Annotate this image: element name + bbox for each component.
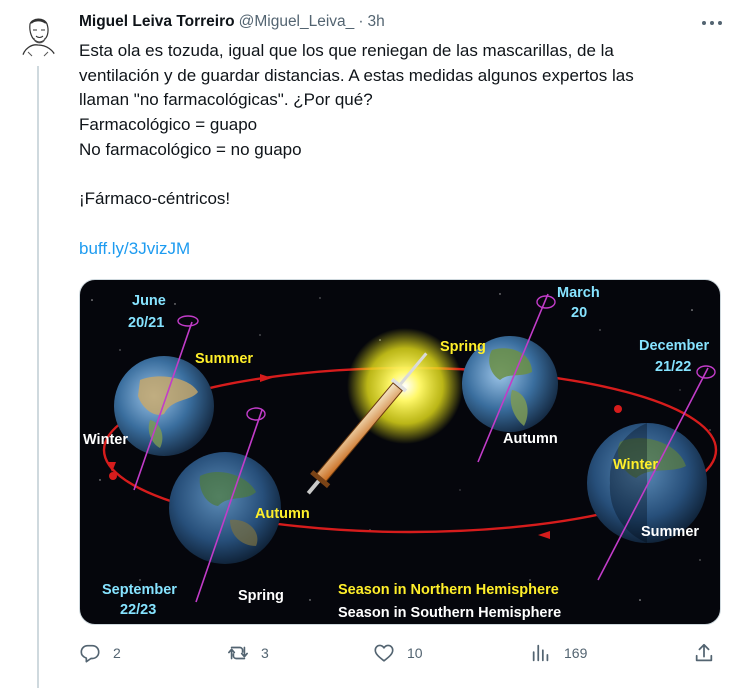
label-spring-south: Spring (238, 588, 284, 604)
label-june-day: 20/21 (128, 315, 164, 331)
tweet-line (79, 212, 719, 237)
avatar[interactable] (14, 12, 62, 60)
seasons-diagram: June 20/21 March 20 December 21/22 Septe… (83, 285, 718, 621)
tweet-line: llaman "no farmacológicas". ¿Por qué? (79, 90, 373, 110)
label-december-month: December (639, 338, 709, 354)
earth-june (114, 356, 214, 456)
view-count: 169 (564, 645, 588, 661)
label-december-day: 21/22 (655, 359, 691, 375)
like-button[interactable]: 10 (373, 642, 423, 664)
label-autumn-north: Autumn (255, 506, 310, 522)
label-summer-south: Summer (641, 524, 699, 540)
label-june-month: June (132, 293, 166, 309)
views-button[interactable]: 169 (530, 642, 587, 664)
legend-north: Season in Northern Hemisphere (338, 582, 559, 598)
tweet-line: Esta ola es tozuda, igual que los que re… (79, 41, 614, 60)
label-march-month: March (557, 285, 600, 301)
label-autumn-south: Autumn (503, 431, 558, 447)
tweet-line: ventilación y de guardar distancias. A e… (79, 65, 634, 85)
share-button[interactable] (693, 642, 715, 664)
thread-line (37, 66, 39, 688)
label-march-day: 20 (571, 305, 587, 321)
tweet-line (79, 163, 719, 188)
label-september-month: September (102, 582, 177, 598)
label-september-day: 22/23 (120, 602, 156, 618)
tweet-link[interactable]: buff.ly/3JvizJM (79, 237, 719, 262)
heart-icon (374, 644, 394, 662)
tweet-text: Esta ola es tozuda, igual que los que re… (79, 39, 719, 261)
label-spring-north: Spring (440, 339, 486, 355)
label-winter-south: Winter (83, 432, 128, 448)
tweet-actions: 2 3 10 169 (79, 642, 724, 668)
retweet-button[interactable]: 3 (227, 642, 269, 664)
reply-icon (80, 644, 100, 663)
tweet-time[interactable]: 3h (367, 13, 384, 31)
separator-dot: · (358, 13, 364, 30)
label-winter-north: Winter (613, 457, 658, 473)
reply-count: 2 (113, 645, 121, 661)
label-summer-north: Summer (195, 351, 253, 367)
share-icon (695, 643, 713, 662)
author-name[interactable]: Miguel Leiva Torreiro (79, 13, 235, 31)
tweet-image[interactable]: June 20/21 March 20 December 21/22 Septe… (79, 279, 721, 625)
more-options-icon[interactable] (702, 16, 722, 30)
like-count: 10 (407, 645, 423, 661)
retweet-count: 3 (261, 645, 269, 661)
reply-button[interactable]: 2 (79, 642, 121, 664)
legend-south: Season in Southern Hemisphere (338, 605, 561, 621)
tweet-line: No farmacológico = no guapo (79, 139, 302, 159)
views-chart-icon (532, 644, 549, 662)
tweet-line: Farmacológico = guapo (79, 115, 258, 135)
author-handle[interactable]: @Miguel_Leiva_ (239, 13, 355, 31)
avatar-sketch-icon (14, 12, 62, 60)
tweet-header: Miguel Leiva Torreiro @Miguel_Leiva_ · 3… (79, 10, 724, 34)
tweet: Miguel Leiva Torreiro @Miguel_Leiva_ · 3… (79, 10, 724, 663)
tweet-line: ¡Fármaco-céntricos! (79, 189, 231, 209)
retweet-icon (228, 646, 248, 660)
